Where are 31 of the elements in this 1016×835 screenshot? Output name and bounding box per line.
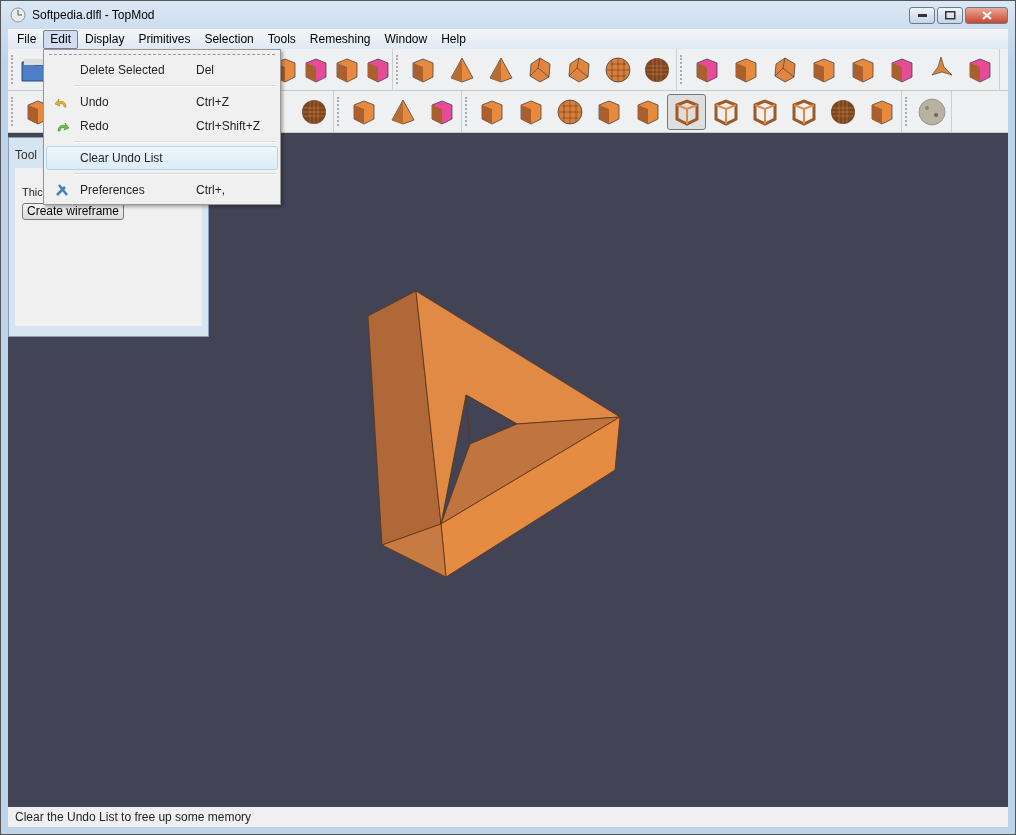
- menu-item[interactable]: Primitives: [131, 29, 198, 49]
- shortcut-text: Ctrl+Shift+Z: [196, 118, 261, 135]
- menu-item[interactable]: Selection: [197, 29, 261, 49]
- menu-item[interactable]: File: [10, 29, 44, 49]
- maximize-icon: [944, 10, 956, 20]
- shortcut-text: Ctrl+Z: [196, 94, 229, 111]
- tools-icon: [54, 182, 70, 198]
- field-label: Thic: [22, 185, 43, 200]
- close-icon: [981, 10, 992, 20]
- menu-item[interactable]: Undo Ctrl+Z: [46, 90, 278, 114]
- minimize-icon: [917, 13, 927, 17]
- minimize-button[interactable]: [909, 6, 935, 24]
- menu-item[interactable]: Display: [78, 29, 132, 49]
- wireframe-cube-icon[interactable]: [667, 93, 706, 130]
- app-icon: [10, 7, 26, 23]
- panel-title: Tool: [14, 147, 38, 164]
- menu-item[interactable]: Help: [434, 29, 473, 49]
- menu-item[interactable]: Tools: [260, 29, 303, 49]
- menu-item[interactable]: Redo Ctrl+Shift+Z: [46, 114, 278, 138]
- shortcut-text: Ctrl+,: [196, 182, 225, 199]
- maximize-button[interactable]: [937, 6, 963, 24]
- menu-item[interactable]: Delete Selected Del: [46, 58, 278, 82]
- window-title: Softpedia.dlfl - TopMod: [32, 7, 155, 24]
- menu-item[interactable]: Preferences Ctrl+,: [46, 178, 278, 202]
- shortcut-text: Del: [196, 62, 214, 79]
- status-text: Clear the Undo List to free up some memory: [8, 807, 1008, 827]
- menu-item[interactable]: Window: [377, 29, 435, 49]
- menu-item[interactable]: Clear Undo List: [46, 146, 278, 170]
- menu-item[interactable]: Remeshing: [302, 29, 378, 49]
- close-button[interactable]: [965, 6, 1008, 24]
- menu-item[interactable]: Edit: [43, 29, 79, 49]
